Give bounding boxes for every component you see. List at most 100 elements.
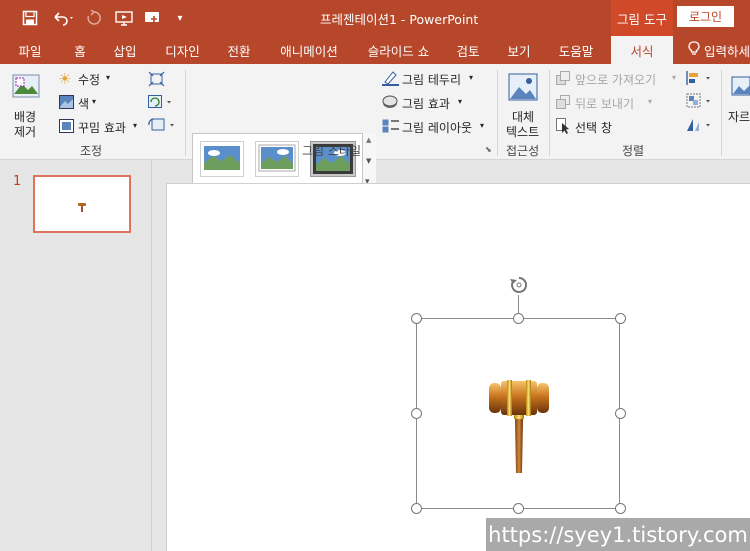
tab-format[interactable]: 서식: [611, 36, 673, 64]
customize-qat-icon[interactable]: ▾: [172, 0, 188, 36]
picture-effects-label: 그림 효과: [402, 97, 450, 111]
crop-button[interactable]: 자르: [727, 68, 750, 138]
login-button[interactable]: 로그인: [677, 6, 734, 27]
resize-handle-top[interactable]: [513, 313, 524, 324]
lightbulb-icon: [688, 41, 700, 59]
picture-layout-button[interactable]: 그림 레이아웃 ▾: [382, 117, 492, 137]
gallery-up-icon[interactable]: ▲: [366, 136, 371, 144]
resize-handle-bottom[interactable]: [513, 503, 524, 514]
selection-pane-icon: [556, 118, 569, 134]
bring-forward-label: 앞으로 가져오기: [575, 73, 657, 87]
gallery-down-icon[interactable]: ▼: [366, 157, 371, 165]
touch-mode-icon[interactable]: [142, 0, 164, 36]
tab-animations[interactable]: 애니메이션: [268, 36, 350, 64]
resize-handle-top-left[interactable]: [411, 313, 422, 324]
picture-border-button[interactable]: 그림 테두리 ▾: [382, 69, 482, 89]
picture-layout-icon: [382, 119, 399, 133]
reset-picture-icon[interactable]: [148, 117, 178, 133]
selected-picture[interactable]: [411, 313, 626, 514]
tab-file[interactable]: 파일: [5, 36, 55, 64]
ribbon-format: 배경 제거 ☀ 수정 ▾ 색 ▾ 꾸밈 효과 ▾ 조정 ▲ ▼ ▾ 그림 테두리…: [0, 64, 750, 195]
selection-pane-button[interactable]: 선택 창: [556, 117, 626, 137]
group-separator: [721, 70, 722, 156]
picture-border-icon: [382, 71, 399, 86]
send-backward-label: 뒤로 보내기: [575, 97, 635, 111]
group-label-arrange: 정렬: [622, 144, 645, 158]
crop-icon: [731, 76, 750, 96]
tab-help[interactable]: 도움말: [549, 36, 603, 64]
picture-style-thumb-1[interactable]: [200, 141, 244, 177]
color-icon: [59, 95, 74, 109]
thumbnail-gavel-image: [78, 203, 86, 212]
chevron-down-icon: ▾: [480, 121, 485, 130]
color-label: 색: [78, 97, 90, 111]
group-separator: [549, 70, 550, 156]
redo-icon[interactable]: [84, 0, 104, 36]
color-button[interactable]: 색 ▾: [58, 93, 108, 113]
alt-text-icon: [508, 73, 538, 101]
group-separator: [185, 70, 186, 156]
compress-pictures-icon[interactable]: [148, 71, 165, 87]
resize-handle-left[interactable]: [411, 408, 422, 419]
artistic-effects-icon: [59, 119, 74, 133]
align-icon[interactable]: [686, 70, 714, 86]
save-icon[interactable]: [18, 0, 42, 36]
chevron-down-icon: ▾: [106, 73, 111, 82]
chevron-down-icon: ▾: [458, 97, 463, 106]
tab-slideshow[interactable]: 슬라이드 쇼: [356, 36, 441, 64]
resize-handle-bottom-left[interactable]: [411, 503, 422, 514]
picture-tools-header: 그림 도구: [611, 0, 673, 36]
bring-forward-button[interactable]: 앞으로 가져오기 ▾: [556, 69, 684, 89]
remove-background-label-line2: 제거: [14, 125, 37, 139]
tab-home[interactable]: 홈: [60, 36, 100, 64]
tell-me-label: 입력하세: [704, 43, 750, 59]
present-icon[interactable]: [113, 0, 135, 36]
group-label-picture-styles: 그림 스타일: [302, 144, 362, 158]
title-bar: ▾ 프레젠테이션1 - PowerPoint 그림 도구 로그인: [0, 0, 750, 36]
send-backward-button[interactable]: 뒤로 보내기 ▾: [556, 93, 666, 113]
picture-style-thumb-2[interactable]: [255, 141, 299, 177]
sun-icon: ☀: [58, 70, 72, 88]
window-title: 프레젠테이션1 - PowerPoint: [320, 12, 479, 27]
tab-transitions[interactable]: 전환: [218, 36, 260, 64]
resize-handle-top-right[interactable]: [615, 313, 626, 324]
resize-handle-bottom-right[interactable]: [615, 503, 626, 514]
rotate-handle-icon[interactable]: [508, 274, 530, 296]
dialog-launcher-icon[interactable]: ⬊: [485, 145, 492, 154]
tell-me-search[interactable]: 입력하세: [688, 36, 750, 64]
resize-handle-right[interactable]: [615, 408, 626, 419]
chevron-down-icon: ▾: [469, 73, 474, 82]
gavel-image: [489, 380, 549, 473]
rotate-icon[interactable]: [686, 117, 714, 133]
send-backward-icon: [556, 95, 570, 109]
artistic-effects-label: 꾸밈 효과: [78, 121, 126, 135]
tab-design[interactable]: 디자인: [155, 36, 210, 64]
chevron-down-icon: ▾: [92, 97, 97, 106]
remove-background-icon: [12, 74, 40, 98]
group-separator: [497, 70, 498, 156]
artistic-effects-button[interactable]: 꾸밈 효과 ▾: [58, 117, 148, 137]
undo-icon[interactable]: [49, 0, 79, 36]
slide-thumbnail[interactable]: [33, 175, 131, 233]
picture-effects-icon: [382, 95, 398, 108]
picture-effects-button[interactable]: 그림 효과 ▾: [382, 93, 472, 113]
tab-insert[interactable]: 삽입: [105, 36, 145, 64]
alt-text-label-line2: 텍스트: [506, 125, 540, 139]
picture-border-label: 그림 테두리: [402, 73, 462, 87]
tab-review[interactable]: 검토: [447, 36, 489, 64]
chevron-down-icon: ▾: [672, 73, 677, 82]
remove-background-button[interactable]: 배경 제거: [6, 68, 46, 139]
corrections-label: 수정: [78, 73, 101, 87]
ribbon-tab-bar: 파일 홈 삽입 디자인 전환 애니메이션 슬라이드 쇼 검토 보기 도움말 서식…: [0, 36, 750, 64]
group-objects-icon[interactable]: [686, 93, 714, 109]
slide-number: 1: [13, 174, 22, 189]
alt-text-button[interactable]: 대체 텍스트: [502, 68, 546, 139]
change-picture-icon[interactable]: [148, 94, 174, 110]
group-label-accessibility: 접근성: [506, 144, 540, 158]
chevron-down-icon: ▾: [133, 121, 138, 130]
corrections-button[interactable]: ☀ 수정 ▾: [58, 69, 118, 89]
selection-pane-label: 선택 창: [575, 121, 612, 135]
crop-label: 자르: [728, 110, 750, 124]
tab-view[interactable]: 보기: [497, 36, 541, 64]
group-label-adjust: 조정: [80, 144, 103, 158]
